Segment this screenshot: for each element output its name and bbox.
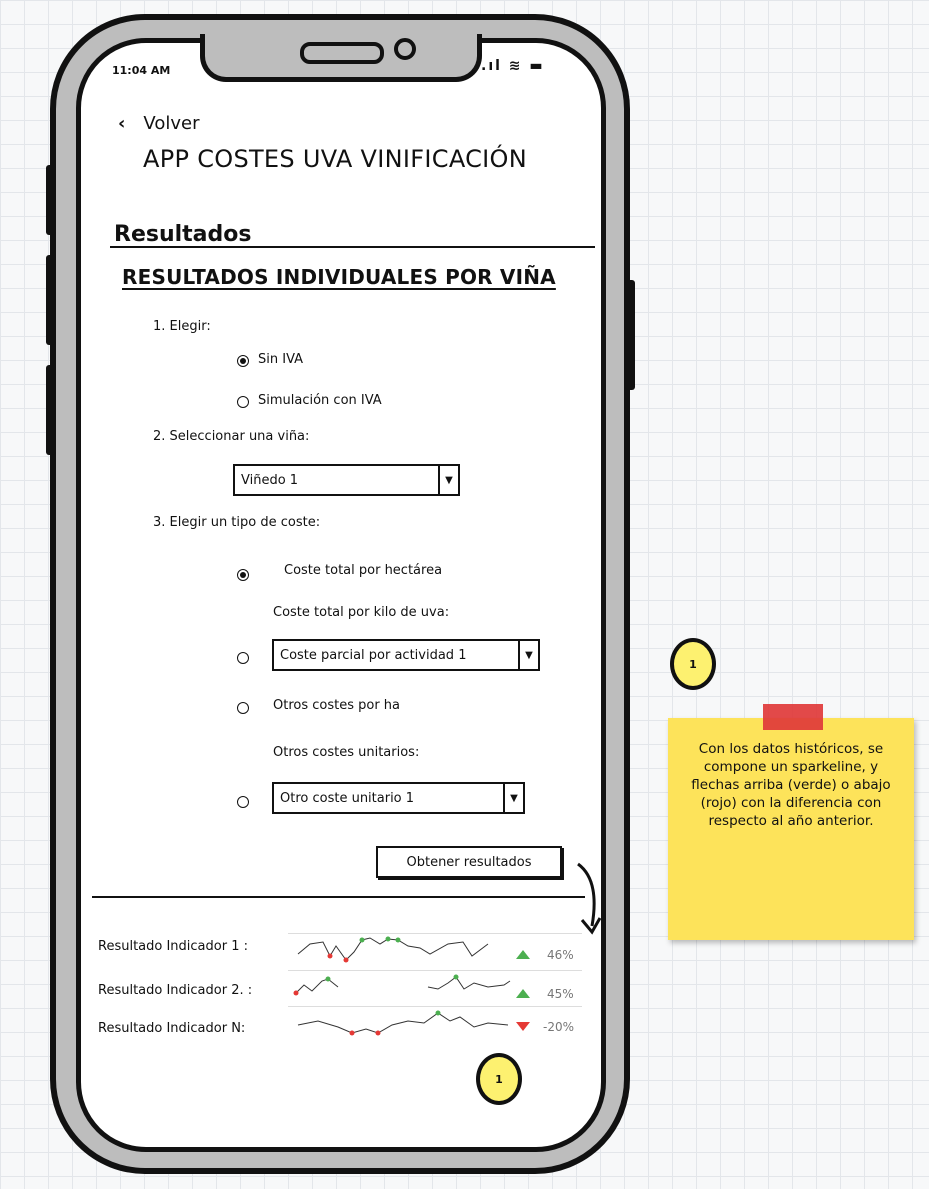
- back-button[interactable]: ‹ Volver: [118, 113, 199, 134]
- step2-label: 2. Seleccionar una viña:: [153, 429, 310, 444]
- sparkline-max-point: [435, 1010, 441, 1016]
- side-button-left-3: [46, 365, 56, 455]
- sparkline-max-point: [385, 936, 391, 942]
- status-icons: .ıl ≋ ▬: [481, 58, 545, 74]
- indicator-1-sparkline: [288, 933, 582, 964]
- radio-simulacion-iva-label: Simulación con IVA: [258, 393, 382, 408]
- coste-parcial-select[interactable]: Coste parcial por actividad 1 ▼: [272, 639, 540, 671]
- coste-parcial-select-value: Coste parcial por actividad 1: [280, 647, 467, 663]
- chevron-down-icon[interactable]: ▼: [518, 641, 538, 669]
- coste-total-kilo-label: Coste total por kilo de uva:: [273, 605, 450, 620]
- sticky-tape: [763, 704, 823, 730]
- sparkline-max-point: [359, 937, 365, 943]
- trend-up-icon: [516, 989, 530, 998]
- sparkline-min-point: [343, 957, 349, 963]
- chevron-left-icon: ‹: [118, 113, 126, 134]
- side-button-left-1: [46, 165, 56, 235]
- indicator-2-sparkline: [288, 970, 582, 1001]
- app-title: APP COSTES UVA VINIFICACIÓN: [143, 145, 528, 173]
- radio-coste-parcial[interactable]: [237, 652, 249, 664]
- sparkline-min-point: [293, 990, 299, 996]
- trend-up-icon: [516, 950, 530, 959]
- page-subtitle: RESULTADOS INDIVIDUALES POR VIÑA: [122, 265, 556, 289]
- trend-down-icon: [516, 1022, 530, 1031]
- results-divider: [92, 896, 585, 898]
- otros-costes-unitarios-label: Otros costes unitarios:: [273, 745, 420, 760]
- sparkline-max-point: [325, 976, 331, 982]
- back-label: Volver: [143, 113, 200, 134]
- indicator-1-pct: 46%: [547, 948, 574, 962]
- vina-select-value: Viñedo 1: [241, 472, 299, 488]
- side-button-right: [625, 280, 635, 390]
- sparkline-max-point: [453, 974, 459, 980]
- indicator-n-pct: -20%: [543, 1020, 575, 1034]
- indicator-n-sparkline: [288, 1006, 582, 1037]
- indicator-1-label: Resultado Indicador 1 :: [98, 939, 248, 954]
- sparkline-max-point: [395, 937, 401, 943]
- section-divider: [110, 246, 595, 248]
- step3-label: 3. Elegir un tipo de coste:: [153, 515, 321, 530]
- indicator-2-label: Resultado Indicador 2. :: [98, 983, 253, 998]
- step1-label: 1. Elegir:: [153, 319, 211, 334]
- sparkline-min-point: [349, 1030, 355, 1036]
- obtener-resultados-button[interactable]: Obtener resultados: [376, 846, 562, 878]
- sparkline-1-chart: [297, 936, 489, 963]
- status-time: 11:04 AM: [112, 64, 171, 77]
- speaker: [300, 42, 384, 64]
- radio-otros-costes-ha[interactable]: [237, 702, 249, 714]
- sticky-note-text: Con los datos históricos, se compone un …: [691, 741, 891, 829]
- vina-select[interactable]: Viñedo 1 ▼: [233, 464, 460, 496]
- camera: [394, 38, 416, 60]
- radio-coste-total-ha-label: Coste total por hectárea: [284, 563, 443, 578]
- otro-coste-unitario-select[interactable]: Otro coste unitario 1 ▼: [272, 782, 525, 814]
- sticky-note: Con los datos históricos, se compone un …: [668, 718, 914, 940]
- radio-otro-coste-unitario[interactable]: [237, 796, 249, 808]
- sparkline-min-point: [375, 1030, 381, 1036]
- radio-coste-total-ha[interactable]: [237, 569, 249, 581]
- side-button-left-2: [46, 255, 56, 345]
- curved-arrow-icon: [577, 862, 602, 935]
- sparkline-n-chart: [297, 1010, 509, 1036]
- chevron-down-icon[interactable]: ▼: [503, 784, 523, 812]
- section-title: Resultados: [114, 222, 252, 247]
- radio-sin-iva-label: Sin IVA: [258, 352, 304, 367]
- callout-badge-bottom: 1: [476, 1053, 522, 1105]
- radio-simulacion-iva[interactable]: [237, 396, 249, 408]
- sparkline-min-point: [327, 953, 333, 959]
- callout-badge-note: 1: [670, 638, 716, 690]
- otro-coste-unitario-select-value: Otro coste unitario 1: [280, 790, 415, 806]
- indicator-2-pct: 45%: [547, 987, 574, 1001]
- sparkline-2-chart: [293, 974, 511, 996]
- indicator-n-label: Resultado Indicador N:: [98, 1021, 246, 1036]
- chevron-down-icon[interactable]: ▼: [438, 466, 458, 494]
- otros-costes-ha-label: Otros costes por ha: [273, 698, 401, 713]
- radio-sin-iva[interactable]: [237, 355, 249, 367]
